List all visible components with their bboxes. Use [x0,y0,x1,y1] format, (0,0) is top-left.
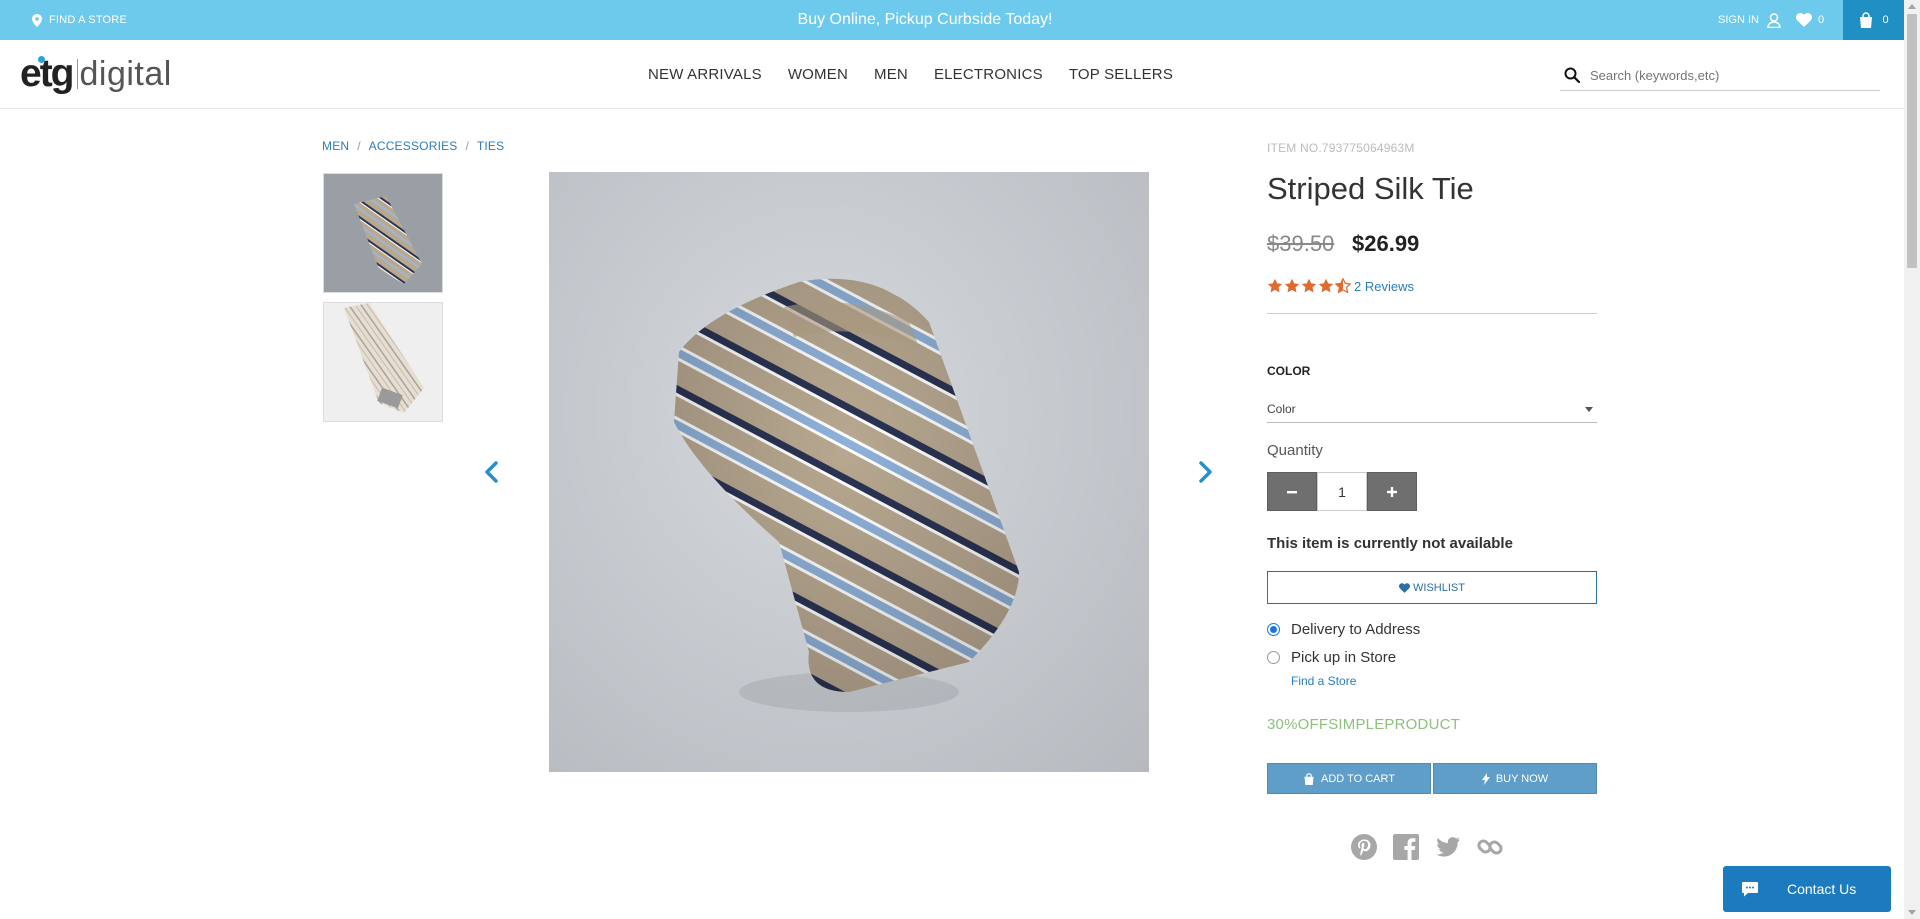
scrollbar-thumb[interactable] [1907,14,1917,268]
pick-up-in-store-option[interactable]: Pick up in Store [1267,649,1396,666]
logo-dot [38,56,45,63]
minus-icon [1287,490,1297,493]
nav-electronics[interactable]: ELECTRONICS [934,66,1043,83]
pinterest-icon[interactable] [1350,833,1378,861]
cart-count: 0 [1882,14,1889,26]
pickup-radio[interactable] [1267,651,1280,664]
breadcrumb-ties[interactable]: TIES [477,139,504,153]
cart-button[interactable]: 0 [1843,0,1904,40]
sign-in-label: SIGN IN [1718,14,1759,26]
previous-image-arrow-icon[interactable] [480,460,504,484]
caret-down-icon [1585,406,1593,412]
color-select-value: Color [1267,402,1296,416]
quantity-increase-button[interactable] [1367,472,1417,511]
wishlist-label: WISHLIST [1413,581,1465,594]
product-rating: 2 Reviews [1267,278,1414,294]
tie-flat-thumbnail-image [324,303,442,421]
page-scrollbar[interactable] [1904,0,1920,919]
header-wishlist[interactable]: 0 [1796,0,1824,40]
contact-us-button[interactable]: Contact Us [1723,866,1891,912]
delivery-radio[interactable] [1267,623,1280,636]
buy-now-button[interactable]: BUY NOW [1433,763,1597,794]
nav-new-arrivals[interactable]: NEW ARRIVALS [648,66,762,83]
find-a-store-link[interactable]: Find a Store [1291,674,1356,688]
purchase-actions: ADD TO CART BUY NOW [1267,763,1597,794]
product-thumbnail-2[interactable] [323,302,443,422]
main-header: etg digital NEW ARRIVALS WOMEN MEN ELECT… [0,40,1904,109]
chat-bubble-icon [1742,882,1758,897]
sign-in-link[interactable]: SIGN IN [1718,0,1781,40]
divider [1267,313,1597,314]
breadcrumb-separator: / [357,139,361,153]
wishlist-button[interactable]: WISHLIST [1267,571,1597,604]
star-full-icon [1267,278,1283,293]
product-main-image[interactable] [549,172,1149,772]
tie-thumbnail-image [324,174,442,292]
star-half-icon [1335,278,1351,294]
color-select[interactable]: Color [1267,396,1597,423]
heart-icon [1796,13,1812,27]
promo-code: 30%OFFSIMPLEPRODUCT [1267,716,1460,733]
shopping-bag-icon [1860,12,1873,28]
logo-etg-text: etg [20,52,74,95]
logo-divider [76,59,78,89]
nav-top-sellers[interactable]: TOP SELLERS [1069,66,1173,83]
main-nav: NEW ARRIVALS WOMEN MEN ELECTRONICS TOP S… [648,40,1199,109]
add-to-cart-button[interactable]: ADD TO CART [1267,763,1431,794]
product-title: Striped Silk Tie [1267,171,1474,206]
star-full-icon [1284,278,1300,293]
color-label: COLOR [1267,364,1311,378]
promo-banner: Buy Online, Pickup Curbside Today! [797,11,1053,28]
top-bar: FIND A STORE Buy Online, Pickup Curbside… [0,0,1904,40]
search-box [1560,60,1880,91]
buy-now-label: BUY NOW [1495,772,1549,785]
product-thumbnail-1[interactable] [323,173,443,293]
twitter-icon[interactable] [1434,833,1462,861]
breadcrumb-accessories[interactable]: ACCESSORIES [369,139,458,153]
delivery-label: Delivery to Address [1291,621,1421,638]
quantity-label: Quantity [1267,442,1323,459]
nav-women[interactable]: WOMEN [788,66,848,83]
sale-price: $26.99 [1352,231,1420,256]
link-icon[interactable] [1476,833,1504,861]
search-icon[interactable] [1564,67,1580,83]
lightning-icon [1481,772,1490,785]
user-icon [1767,12,1781,28]
nav-men[interactable]: MEN [874,66,908,83]
star-full-icon [1301,278,1317,293]
breadcrumb: MEN / ACCESSORIES / TIES [322,139,504,153]
scroll-up-arrow-icon[interactable] [1908,4,1916,9]
original-price: $39.50 [1267,231,1335,256]
quantity-input[interactable]: 1 [1317,472,1367,511]
logo-digital-text: digital [79,54,172,93]
delivery-to-address-option[interactable]: Delivery to Address [1267,621,1420,638]
search-input[interactable] [1590,67,1850,83]
breadcrumb-men[interactable]: MEN [322,139,349,153]
contact-us-label: Contact Us [1787,881,1857,897]
wishlist-count: 0 [1818,14,1825,26]
quantity-stepper: 1 [1267,472,1417,511]
site-logo[interactable]: etg digital [20,50,172,98]
add-to-cart-label: ADD TO CART [1321,772,1395,785]
heart-icon [1399,582,1410,593]
breadcrumb-separator: / [465,139,469,153]
plus-icon [1387,486,1397,497]
pickup-label: Pick up in Store [1291,649,1397,666]
star-full-icon [1318,278,1334,293]
social-share [1350,833,1504,861]
next-image-arrow-icon[interactable] [1193,460,1217,484]
facebook-icon[interactable] [1392,833,1420,861]
shopping-bag-icon [1304,772,1314,785]
reviews-link[interactable]: 2 Reviews [1354,279,1414,294]
striped-tie-image [674,278,1019,712]
availability-message: This item is currently not available [1267,535,1513,552]
scroll-down-arrow-icon[interactable] [1908,910,1916,915]
quantity-decrease-button[interactable] [1267,472,1317,511]
item-number: ITEM NO.793775064963M [1267,141,1415,155]
